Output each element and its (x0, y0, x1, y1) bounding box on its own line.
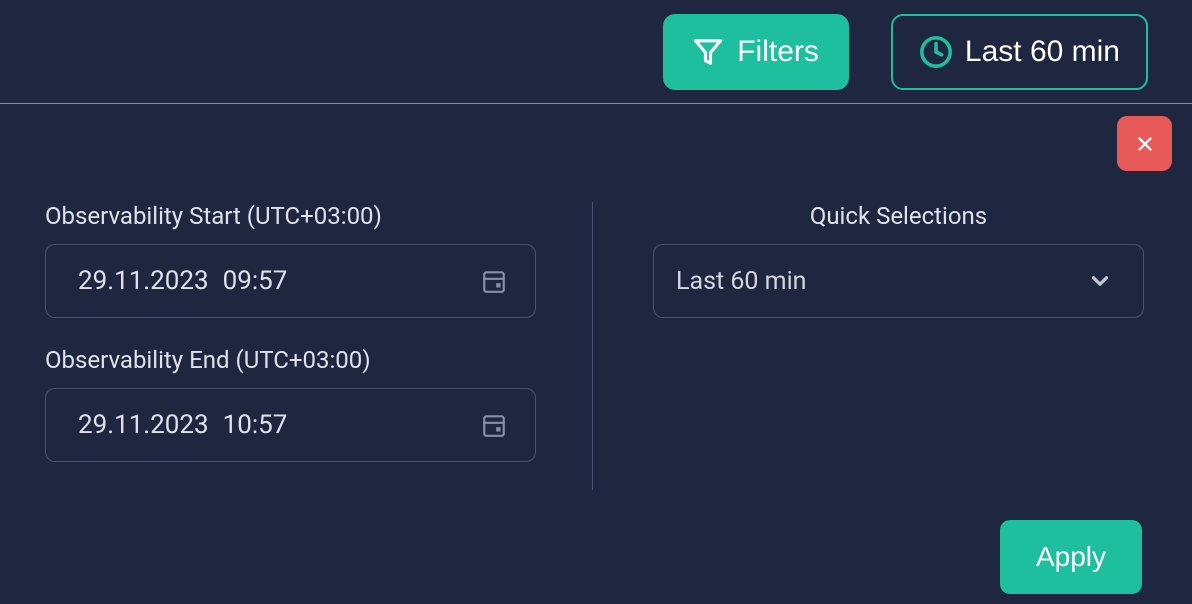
calendar-icon (481, 268, 507, 294)
filters-button-label: Filters (737, 35, 819, 69)
timerange-button[interactable]: Last 60 min (891, 14, 1148, 90)
end-field-group: Observability End (UTC+03:00) 29.11.2023… (45, 346, 536, 462)
start-datetime-text: 29.11.2023 09:57 (78, 266, 287, 296)
chevron-down-icon (1087, 268, 1113, 294)
start-time-value: 09:57 (223, 266, 288, 296)
filters-button[interactable]: Filters (663, 14, 849, 90)
end-date-value: 29.11.2023 (78, 410, 209, 440)
end-datetime-text: 29.11.2023 10:57 (78, 410, 287, 440)
timerange-panel: Observability Start (UTC+03:00) 29.11.20… (0, 104, 1192, 594)
datetime-column: Observability Start (UTC+03:00) 29.11.20… (45, 202, 593, 490)
panel-footer: Apply (0, 490, 1192, 594)
quick-selections-label: Quick Selections (653, 202, 1144, 230)
start-date-value: 29.11.2023 (78, 266, 209, 296)
end-label: Observability End (UTC+03:00) (45, 346, 536, 374)
start-datetime-input[interactable]: 29.11.2023 09:57 (45, 244, 536, 318)
clock-icon (919, 35, 953, 69)
funnel-icon (693, 37, 723, 67)
header-toolbar: Filters Last 60 min (0, 0, 1192, 104)
calendar-icon (481, 412, 507, 438)
quick-select[interactable]: Last 60 min (653, 244, 1144, 318)
end-time-value: 10:57 (223, 410, 288, 440)
quick-select-value: Last 60 min (676, 267, 806, 296)
end-datetime-input[interactable]: 29.11.2023 10:57 (45, 388, 536, 462)
quick-column: Quick Selections Last 60 min (593, 202, 1144, 490)
apply-button-label: Apply (1036, 541, 1106, 572)
start-label: Observability Start (UTC+03:00) (45, 202, 536, 230)
apply-button[interactable]: Apply (1000, 520, 1142, 594)
panel-body: Observability Start (UTC+03:00) 29.11.20… (0, 104, 1192, 490)
close-button[interactable] (1117, 116, 1172, 171)
close-icon (1134, 133, 1156, 155)
start-field-group: Observability Start (UTC+03:00) 29.11.20… (45, 202, 536, 318)
timerange-button-label: Last 60 min (965, 35, 1120, 69)
